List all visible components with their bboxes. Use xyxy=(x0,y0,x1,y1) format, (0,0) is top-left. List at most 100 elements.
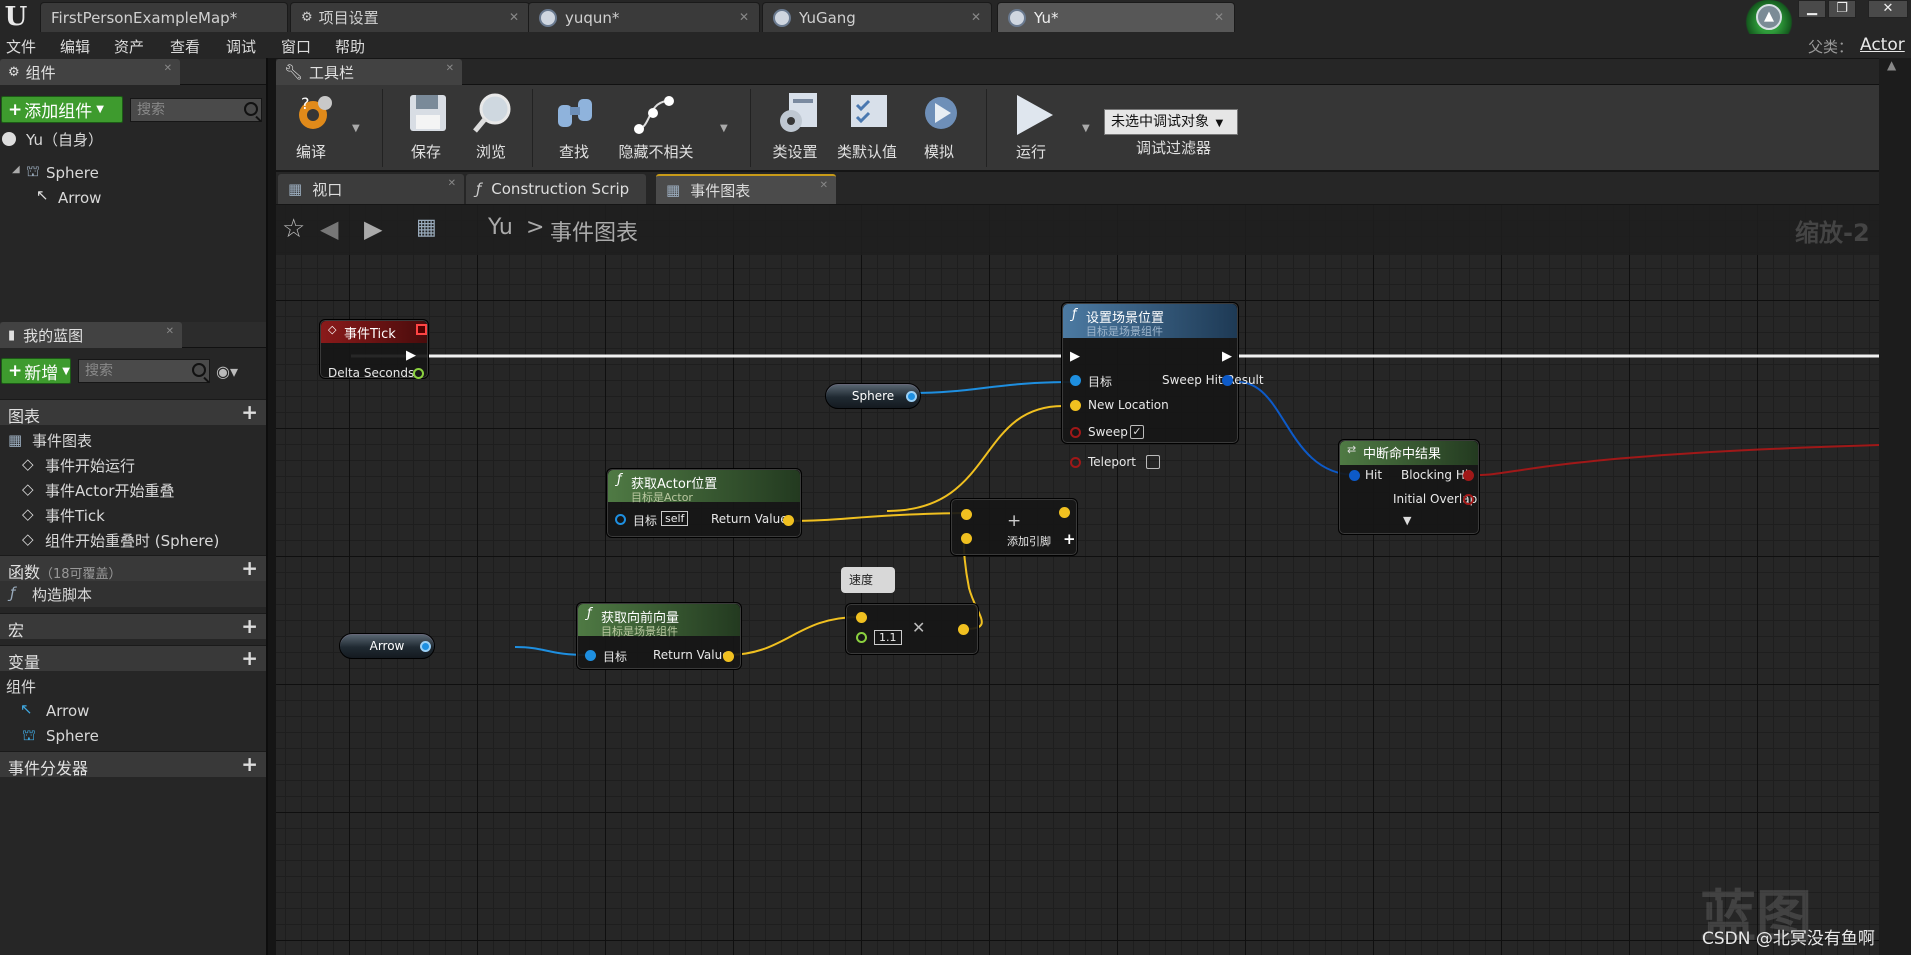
save-button[interactable]: 保存 xyxy=(391,85,461,170)
sphere-out-pin[interactable] xyxy=(906,391,917,402)
multiply-value-box[interactable]: 1.1 xyxy=(874,630,902,645)
minimize-button[interactable]: ▁ xyxy=(1798,0,1826,18)
play-button[interactable]: 运行 xyxy=(996,85,1066,170)
chevron-down-icon[interactable]: ▼ xyxy=(720,123,728,134)
components-search-input[interactable]: 搜索 xyxy=(130,98,262,122)
components-category[interactable]: 组件 xyxy=(6,676,36,697)
teleport-checkbox[interactable] xyxy=(1146,455,1160,469)
expand-chevron-down-icon[interactable]: ▼ xyxy=(1403,514,1411,527)
find-button[interactable]: 查找 xyxy=(539,85,609,170)
speed-comment-bubble[interactable]: 速度 xyxy=(841,567,895,593)
event-graph-canvas[interactable]: ☆ ◀ ▶ ▦ Yu > 事件图表 ◇ 事件Tick ▶ Delta Secon… xyxy=(276,205,1879,955)
add-macro-icon[interactable]: + xyxy=(241,616,258,636)
tab-yuqun[interactable]: yuqun* ✕ xyxy=(528,2,760,32)
tab-yu[interactable]: Yu* ✕ xyxy=(997,2,1235,32)
chevron-down-icon[interactable]: ▼ xyxy=(352,123,360,134)
menu-help[interactable]: 帮助 xyxy=(335,36,365,57)
teleport-pin[interactable] xyxy=(1070,457,1081,468)
hit-pin[interactable] xyxy=(1349,470,1360,481)
variable-sphere[interactable]: Sphere xyxy=(46,727,99,745)
section-functions[interactable]: 函数（18可覆盖） + xyxy=(0,555,266,582)
break-hit-result-node[interactable]: ⇄ 中断命中结果 Hit Blocking Hit Initial Overla… xyxy=(1338,439,1480,535)
tab-viewport[interactable]: ▦ 视口 ✕ xyxy=(278,174,464,204)
tab-project-settings[interactable]: ⚙ 项目设置 ✕ xyxy=(290,2,530,32)
menu-edit[interactable]: 编辑 xyxy=(60,36,90,57)
menu-asset[interactable]: 资产 xyxy=(114,36,144,57)
target-pin[interactable] xyxy=(585,650,596,661)
add-component-button[interactable]: + 添加组件 ▼ xyxy=(1,96,123,123)
close-window-button[interactable]: ✕ xyxy=(1868,0,1908,18)
compile-button[interactable]: ? 编译 xyxy=(276,85,346,170)
sphere-variable-node[interactable]: Sphere xyxy=(825,383,921,409)
scroll-up-icon[interactable]: ▲ xyxy=(1887,58,1896,72)
close-icon[interactable]: ✕ xyxy=(820,180,828,191)
class-defaults-button[interactable]: 类默认值 xyxy=(832,85,902,170)
add-dispatcher-icon[interactable]: + xyxy=(241,754,258,774)
event-actor-begin-overlap[interactable]: 事件Actor开始重叠 xyxy=(45,480,174,501)
blocking-hit-pin[interactable] xyxy=(1463,470,1474,481)
close-icon[interactable]: ✕ xyxy=(166,326,174,337)
toolbar-tab[interactable]: 🔧︎ 工具栏 ✕ xyxy=(276,59,462,85)
event-tick-item[interactable]: 事件Tick xyxy=(45,505,105,526)
target-pin[interactable] xyxy=(615,514,626,525)
construction-script-row[interactable]: ƒ 构造脚本 xyxy=(0,581,266,607)
tab-event-graph[interactable]: ▦ 事件图表 ✕ xyxy=(656,174,836,204)
menu-window[interactable]: 窗口 xyxy=(281,36,311,57)
section-variables[interactable]: 变量 + xyxy=(0,645,266,672)
parent-class-link[interactable]: Actor xyxy=(1860,35,1905,55)
multiply-a-pin[interactable] xyxy=(856,612,867,623)
event-tick-node[interactable]: ◇ 事件Tick ▶ Delta Seconds xyxy=(319,319,429,380)
add-variable-icon[interactable]: + xyxy=(241,648,258,668)
delta-seconds-pin[interactable] xyxy=(413,368,424,379)
debug-object-select[interactable]: 未选中调试对象 ▼ xyxy=(1104,109,1238,135)
event-begin-play[interactable]: 事件开始运行 xyxy=(45,455,135,476)
multiply-out-pin[interactable] xyxy=(958,624,969,635)
class-settings-button[interactable]: 类设置 xyxy=(760,85,830,170)
components-tab[interactable]: ⚙ 组件 ✕ xyxy=(0,59,180,85)
return-value-pin[interactable] xyxy=(783,515,794,526)
sweep-pin[interactable] xyxy=(1070,427,1081,438)
menu-view[interactable]: 查看 xyxy=(170,36,200,57)
close-icon[interactable]: ✕ xyxy=(971,10,981,24)
root-component[interactable]: Yu（自身） xyxy=(26,129,103,150)
sweep-hit-result-pin[interactable] xyxy=(1222,375,1233,386)
add-out-pin[interactable] xyxy=(1059,507,1070,518)
section-macros[interactable]: 宏 + xyxy=(0,613,266,640)
exec-out-pin[interactable]: ▶ xyxy=(1222,349,1232,364)
tab-firstpersonexamplemap[interactable]: FirstPersonExampleMap* xyxy=(40,2,288,32)
add-a-pin[interactable] xyxy=(961,509,972,520)
component-arrow[interactable]: Arrow xyxy=(58,189,101,207)
target-pin[interactable] xyxy=(1070,375,1081,386)
get-forward-vector-node[interactable]: ƒ 获取向前向量 目标是场景组件 目标 Return Value xyxy=(576,602,742,670)
add-pin-plus-icon[interactable]: + xyxy=(1063,530,1076,548)
close-icon[interactable]: ✕ xyxy=(448,178,456,189)
add-function-icon[interactable]: + xyxy=(241,558,258,578)
maximize-button[interactable]: ❐ xyxy=(1828,0,1856,18)
add-node[interactable]: + 添加引脚 + xyxy=(950,498,1078,556)
variable-arrow[interactable]: Arrow xyxy=(46,702,89,720)
close-icon[interactable]: ✕ xyxy=(739,10,749,24)
exec-in-pin[interactable]: ▶ xyxy=(1070,349,1080,364)
initial-overlap-pin[interactable] xyxy=(1463,494,1474,505)
multiply-b-pin[interactable] xyxy=(856,632,867,643)
event-graph-item[interactable]: 事件图表 xyxy=(32,430,92,451)
close-icon[interactable]: ✕ xyxy=(164,63,172,74)
tab-construction-script[interactable]: ƒ Construction Scrip xyxy=(466,174,646,204)
exec-out-pin[interactable]: ▶ xyxy=(406,348,416,363)
tab-yugang[interactable]: YuGang ✕ xyxy=(762,2,992,32)
component-sphere[interactable]: Sphere xyxy=(46,164,99,182)
add-b-pin[interactable] xyxy=(961,533,972,544)
event-delegate-pin[interactable] xyxy=(416,324,427,335)
section-graphs[interactable]: 图表 + xyxy=(0,399,266,426)
close-icon[interactable]: ✕ xyxy=(446,63,454,74)
hide-unrelated-button[interactable]: 隐藏不相关 xyxy=(616,85,696,170)
simulate-button[interactable]: 模拟 xyxy=(904,85,974,170)
menu-debug[interactable]: 调试 xyxy=(226,36,256,57)
sweep-checkbox[interactable]: ✓ xyxy=(1130,425,1144,439)
return-value-pin[interactable] xyxy=(723,651,734,662)
arrow-variable-node[interactable]: Arrow xyxy=(339,633,435,659)
arrow-out-pin[interactable] xyxy=(420,641,431,652)
new-location-pin[interactable] xyxy=(1070,400,1081,411)
menu-file[interactable]: 文件 xyxy=(6,36,36,57)
add-graph-icon[interactable]: + xyxy=(241,402,258,422)
